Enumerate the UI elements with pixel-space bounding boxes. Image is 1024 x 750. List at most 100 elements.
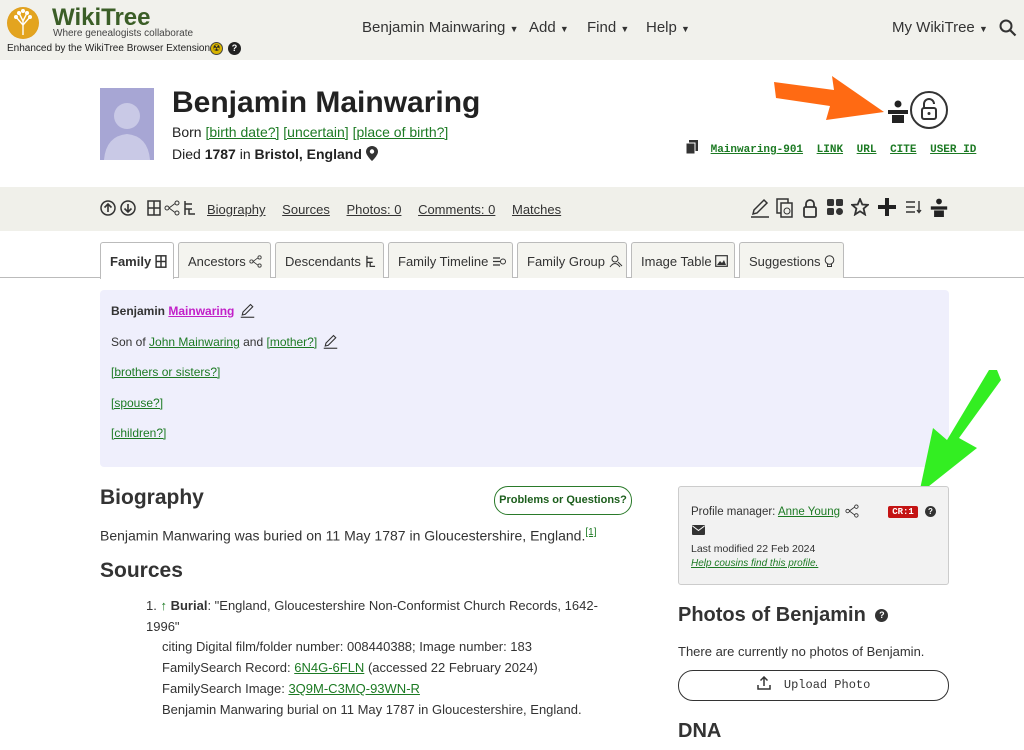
siblings-link[interactable]: [brothers or sisters?] [111, 365, 220, 379]
backlink-arrow[interactable]: ↑ [160, 598, 167, 613]
caret-down-icon: ▼ [559, 24, 569, 34]
url-link[interactable]: URL [857, 144, 877, 156]
logo-tagline: Where genealogists collaborate [53, 28, 194, 39]
nav-find-menu[interactable]: Find ▼ [587, 19, 629, 36]
family-panel: Benjamin Mainwaring Son of John Mainwari… [100, 290, 949, 467]
tab-descendants[interactable]: Descendants [275, 242, 384, 278]
children-link[interactable]: [children?] [111, 426, 166, 440]
footnote-link[interactable]: [1] [585, 527, 596, 538]
sources-link[interactable]: Sources [282, 202, 330, 217]
copy-icon[interactable] [685, 140, 698, 155]
help-icon[interactable]: ? [925, 505, 936, 517]
apps-grid-icon[interactable] [826, 198, 844, 216]
tab-image-table[interactable]: Image Table [631, 242, 735, 278]
mother-link[interactable]: [mother?] [266, 335, 317, 349]
cite-link[interactable]: CITE [890, 144, 916, 156]
nav-help-menu[interactable]: Help ▼ [646, 19, 690, 36]
sort-icon[interactable] [905, 199, 923, 215]
share-tree-icon[interactable] [845, 504, 859, 518]
source-entry: 1. ↑ Burial: "England, Gloucestershire N… [146, 596, 626, 720]
tab-suggestions[interactable]: Suggestions [739, 242, 844, 278]
privacy-level-icon[interactable] [887, 100, 909, 124]
source-fs-record: FamilySearch Record: 6N4G-6FLN (accessed… [162, 660, 538, 676]
parents-line: Son of John Mainwaring and [mother?] [111, 334, 338, 349]
arrow-up-circle-icon[interactable] [100, 200, 116, 216]
user-group-icon [609, 255, 623, 268]
birth-place-link[interactable]: [place of birth?] [353, 124, 449, 140]
source-number: 1. [146, 598, 157, 613]
radiation-icon[interactable]: ☢ [210, 42, 223, 55]
death-place: Bristol, England [254, 146, 362, 162]
fs-record-link[interactable]: 6N4G-6FLN [294, 660, 364, 675]
descendants-tree-icon [365, 255, 375, 268]
biography-text: Benjamin Manwaring was buried on 11 May … [100, 527, 597, 544]
ancestors-tree-icon[interactable] [164, 200, 180, 216]
privacy-icon[interactable] [930, 197, 948, 219]
profile-avatar [100, 88, 154, 160]
death-year: 1787 [204, 146, 236, 162]
family-grid-icon[interactable] [147, 200, 161, 216]
source-citing: citing Digital film/folder number: 00844… [162, 639, 532, 655]
fs-image-link[interactable]: 3Q9M-C3MQ-93WN-R [288, 681, 419, 696]
nav-add-menu[interactable]: Add ▼ [529, 19, 569, 36]
descendants-tree-icon[interactable] [183, 200, 197, 216]
uncertain-link[interactable]: [uncertain] [283, 124, 348, 140]
matches-link[interactable]: Matches [512, 202, 561, 217]
ancestors-tree-icon [249, 255, 263, 268]
nav-my-wikitree[interactable]: My WikiTree ▼ [892, 19, 988, 36]
manager-line: Profile manager: Anne Young [691, 504, 859, 518]
profile-name: Benjamin Mainwaring [172, 86, 481, 119]
arrow-down-circle-icon[interactable] [120, 200, 136, 216]
star-icon[interactable] [851, 198, 869, 216]
help-icon[interactable]: ? [228, 42, 241, 55]
upload-icon [756, 675, 771, 690]
profile-toolbar: Biography Sources Photos: 0 Comments: 0 … [0, 187, 1024, 231]
died-line: Died 1787 in Bristol, England [172, 146, 378, 162]
caret-down-icon: ▼ [681, 24, 690, 34]
family-name-line: Benjamin Mainwaring [111, 303, 255, 318]
edit-pencil-icon[interactable] [751, 198, 769, 218]
help-cousins-link[interactable]: Help cousins find this profile. [691, 558, 818, 569]
spouse-link[interactable]: [spouse?] [111, 396, 163, 410]
caret-down-icon: ▼ [509, 24, 519, 34]
help-icon[interactable]: ? [875, 609, 889, 623]
problems-questions-button[interactable]: Problems or Questions? [494, 486, 632, 515]
sources-heading: Sources [100, 559, 183, 582]
compare-docs-icon[interactable] [776, 198, 794, 218]
manager-link[interactable]: Anne Young [778, 506, 840, 518]
edit-pencil-icon[interactable] [240, 303, 255, 318]
birth-date-link[interactable]: [birth date?] [205, 124, 279, 140]
tab-family[interactable]: Family [100, 242, 174, 279]
caret-down-icon: ▼ [978, 24, 988, 34]
site-header: WikiTree Where genealogists collaborate … [0, 0, 1024, 60]
comments-link[interactable]: Comments: 0 [418, 202, 495, 217]
plus-icon[interactable] [877, 197, 897, 217]
profile-manager-box: Profile manager: Anne Young CR:1 ? Last … [678, 486, 949, 585]
biography-link[interactable]: Biography [207, 202, 266, 217]
unlock-icon [921, 98, 937, 120]
cr-badge[interactable]: CR:1 [888, 506, 918, 518]
tab-family-group[interactable]: Family Group [517, 242, 627, 278]
edit-pencil-icon[interactable] [323, 334, 338, 349]
wikitree-id-link[interactable]: Mainwaring-901 [711, 144, 803, 156]
surname-link[interactable]: Mainwaring [168, 304, 234, 318]
map-pin-icon[interactable] [365, 146, 378, 161]
search-icon[interactable] [999, 19, 1017, 37]
born-line: Born [birth date?] [uncertain] [place of… [172, 124, 449, 140]
wikitree-logo-icon[interactable] [7, 7, 39, 39]
user-id-link[interactable]: USER ID [930, 144, 976, 156]
orange-arrow-icon [774, 76, 884, 120]
email-icon[interactable] [692, 525, 705, 535]
tab-family-timeline[interactable]: Family Timeline [388, 242, 513, 278]
tab-ancestors[interactable]: Ancestors [178, 242, 271, 278]
dna-heading: DNA [678, 720, 722, 742]
nav-profile-menu[interactable]: Benjamin Mainwaring ▼ [362, 19, 519, 36]
last-modified: Last modified 22 Feb 2024 [691, 543, 816, 555]
photos-link[interactable]: Photos: 0 [347, 202, 402, 217]
profile-id-row: Mainwaring-901 LINK URL CITE USER ID [685, 140, 983, 156]
lock-icon[interactable] [803, 198, 817, 218]
unlock-button[interactable] [910, 91, 948, 129]
upload-photo-button[interactable]: Upload Photo [678, 670, 949, 701]
link-link[interactable]: LINK [817, 144, 843, 156]
father-link[interactable]: John Mainwaring [149, 335, 240, 349]
